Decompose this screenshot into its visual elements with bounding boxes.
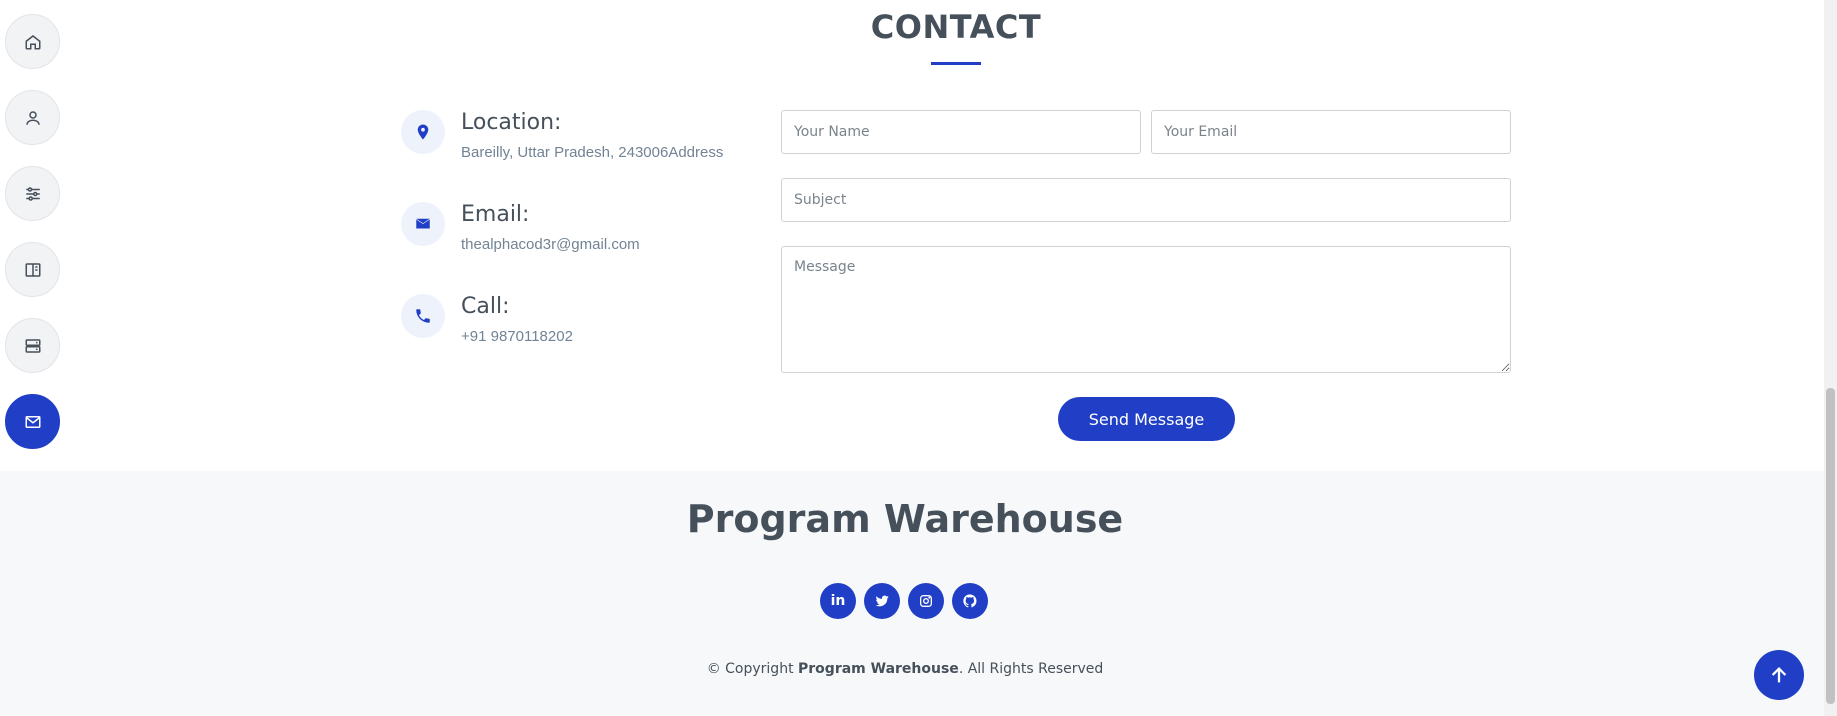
copyright-prefix: © Copyright — [706, 661, 799, 677]
contact-heading: CONTACT — [870, 8, 1042, 46]
back-to-top-button[interactable] — [1754, 650, 1804, 700]
email-item: Email: thealphacod3r@gmail.com — [401, 200, 741, 292]
nav-contact-button[interactable] — [5, 394, 60, 449]
server-icon — [25, 338, 40, 353]
call-value[interactable]: +91 9870118202 — [461, 328, 573, 345]
arrow-up-icon — [1771, 666, 1787, 683]
call-item: Call: +91 9870118202 — [401, 292, 741, 384]
section-title: CONTACT — [0, 8, 1837, 46]
call-label: Call: — [461, 294, 510, 319]
twitter-icon[interactable] — [864, 583, 900, 619]
nav-skills-button[interactable] — [5, 166, 60, 221]
map-pin-icon — [401, 110, 445, 154]
footer-brand: Program Warehouse — [686, 497, 1124, 541]
email-input[interactable] — [1151, 110, 1511, 154]
copyright-text: © Copyright Program Warehouse. All Right… — [0, 661, 1810, 677]
phone-icon — [401, 294, 445, 338]
location-value: Bareilly, Uttar Pradesh, 243006Address — [461, 144, 724, 161]
scrollbar-thumb[interactable] — [1826, 388, 1835, 704]
send-message-button[interactable]: Send Message — [1058, 397, 1235, 441]
nav-resume-button[interactable] — [5, 242, 60, 297]
user-icon — [25, 110, 40, 125]
side-navigation — [5, 14, 60, 470]
footer: Program Warehouse in © Copyright Program… — [0, 471, 1824, 716]
linkedin-text: in — [830, 593, 846, 609]
copyright-brand: Program Warehouse — [798, 661, 959, 677]
envelope-icon — [25, 415, 40, 428]
envelope-icon — [401, 202, 445, 246]
email-value[interactable]: thealphacod3r@gmail.com — [461, 236, 640, 253]
linkedin-icon[interactable]: in — [820, 583, 856, 619]
email-label: Email: — [461, 202, 530, 227]
github-icon[interactable] — [952, 583, 988, 619]
location-item: Location: Bareilly, Uttar Pradesh, 24300… — [401, 108, 741, 200]
social-links: in — [820, 583, 988, 619]
subject-input[interactable] — [781, 178, 1511, 222]
sliders-icon — [25, 186, 40, 201]
name-input[interactable] — [781, 110, 1141, 154]
book-icon — [25, 262, 40, 277]
title-underline — [931, 62, 981, 65]
message-textarea[interactable] — [781, 246, 1511, 373]
scrollbar[interactable] — [1824, 0, 1837, 716]
copyright-suffix: . All Rights Reserved — [958, 661, 1104, 677]
nav-about-button[interactable] — [5, 90, 60, 145]
location-label: Location: — [461, 110, 562, 135]
contact-info: Location: Bareilly, Uttar Pradesh, 24300… — [401, 108, 741, 384]
nav-services-button[interactable] — [5, 318, 60, 373]
instagram-icon[interactable] — [908, 583, 944, 619]
